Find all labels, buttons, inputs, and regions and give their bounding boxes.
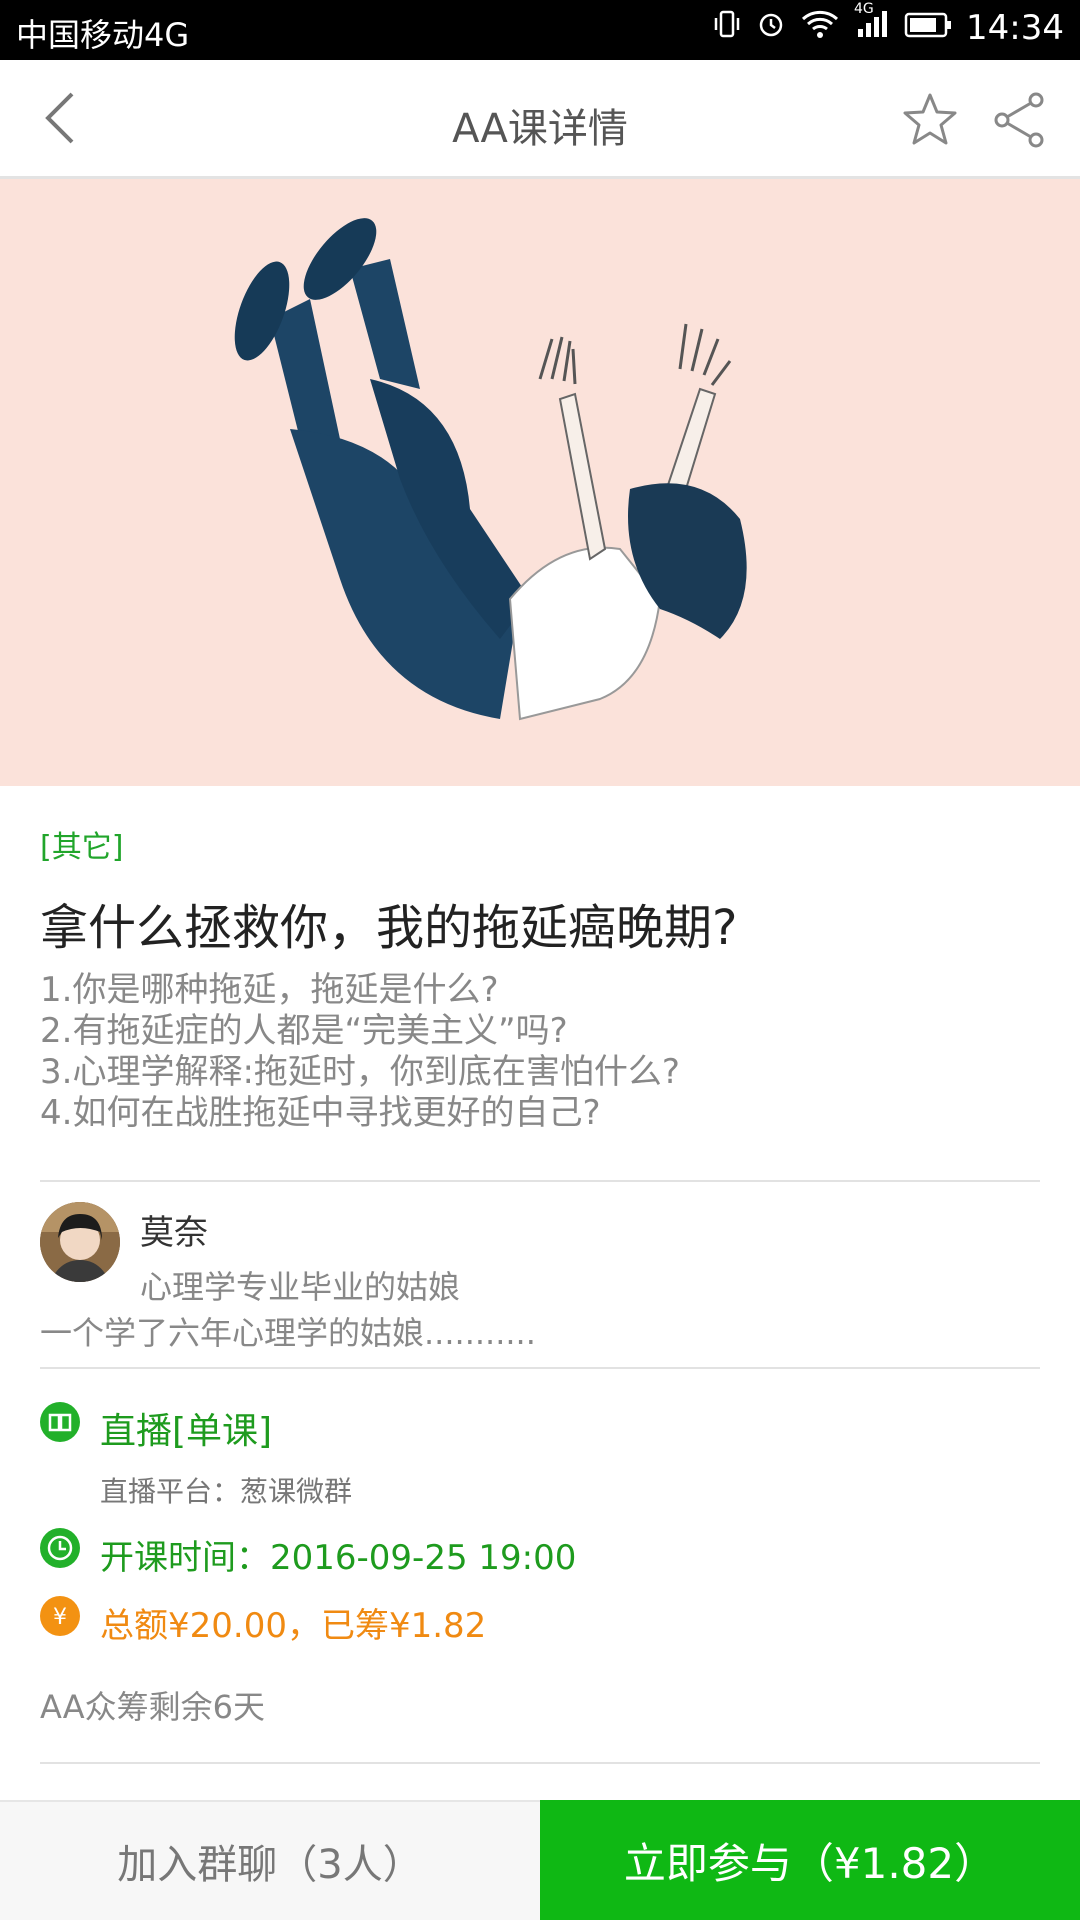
funding-status: 总额¥20.00，已筹¥1.82 bbox=[100, 1606, 487, 1646]
battery-icon bbox=[904, 9, 952, 47]
course-category: [其它] bbox=[40, 830, 124, 865]
outline-item: 4.如何在战胜拖延中寻找更好的自己? bbox=[40, 1093, 601, 1133]
vibrate-icon bbox=[712, 9, 742, 47]
falling-person-illustration bbox=[0, 179, 1080, 786]
divider bbox=[40, 1762, 1040, 1764]
clock-icon bbox=[40, 1528, 80, 1568]
course-title: 拿什么拯救你，我的拖延癌晚期? bbox=[40, 900, 738, 956]
crowdfunding-remaining: AA众筹剩余6天 bbox=[40, 1688, 266, 1726]
clock: 14:34 bbox=[966, 8, 1064, 48]
author-bio-detail: 一个学了六年心理学的姑娘........... bbox=[40, 1314, 536, 1352]
status-icons: 4G 14:34 bbox=[712, 1, 1064, 48]
alarm-icon bbox=[756, 9, 786, 47]
carrier-label: 中国移动4G bbox=[16, 16, 190, 54]
outline-item: 3.心理学解释:拖延时，你到底在害怕什么? bbox=[40, 1052, 680, 1092]
star-icon bbox=[903, 93, 957, 145]
status-bar: 中国移动4G 4G 14:34 bbox=[0, 0, 1080, 60]
outline-item: 2.有拖延症的人都是“完美主义”吗? bbox=[40, 1011, 568, 1051]
live-type-label: 直播[单课] bbox=[100, 1411, 273, 1452]
course-cover-image bbox=[0, 179, 1080, 786]
author-bio: 心理学专业毕业的姑娘 bbox=[140, 1268, 461, 1306]
live-platform: 直播平台：葱课微群 bbox=[100, 1475, 353, 1508]
divider bbox=[40, 1180, 1040, 1182]
wifi-icon bbox=[800, 9, 840, 47]
share-icon bbox=[994, 92, 1044, 148]
favorite-button[interactable] bbox=[900, 90, 960, 150]
divider bbox=[40, 1367, 1040, 1369]
start-time: 开课时间：2016-09-25 19:00 bbox=[100, 1538, 577, 1578]
participate-button[interactable]: 立即参与（¥1.82） bbox=[540, 1800, 1080, 1920]
svg-text:¥: ¥ bbox=[53, 1605, 67, 1630]
join-group-button[interactable]: 加入群聊（3人） bbox=[0, 1800, 540, 1920]
network-type-label: 4G bbox=[854, 1, 874, 17]
avatar-image bbox=[40, 1202, 120, 1282]
author-avatar[interactable] bbox=[40, 1202, 120, 1282]
signal-icon: 4G bbox=[854, 1, 890, 47]
yen-icon: ¥ bbox=[40, 1596, 80, 1636]
share-button[interactable] bbox=[992, 90, 1048, 150]
course-outline: 1.你是哪种拖延，拖延是什么? 2.有拖延症的人都是“完美主义”吗? 3.心理学… bbox=[40, 970, 1040, 1134]
author-name: 莫奈 bbox=[140, 1213, 208, 1253]
nav-bar: AA课详情 bbox=[0, 60, 1080, 179]
outline-item: 1.你是哪种拖延，拖延是什么? bbox=[40, 970, 499, 1010]
book-icon bbox=[40, 1402, 80, 1442]
